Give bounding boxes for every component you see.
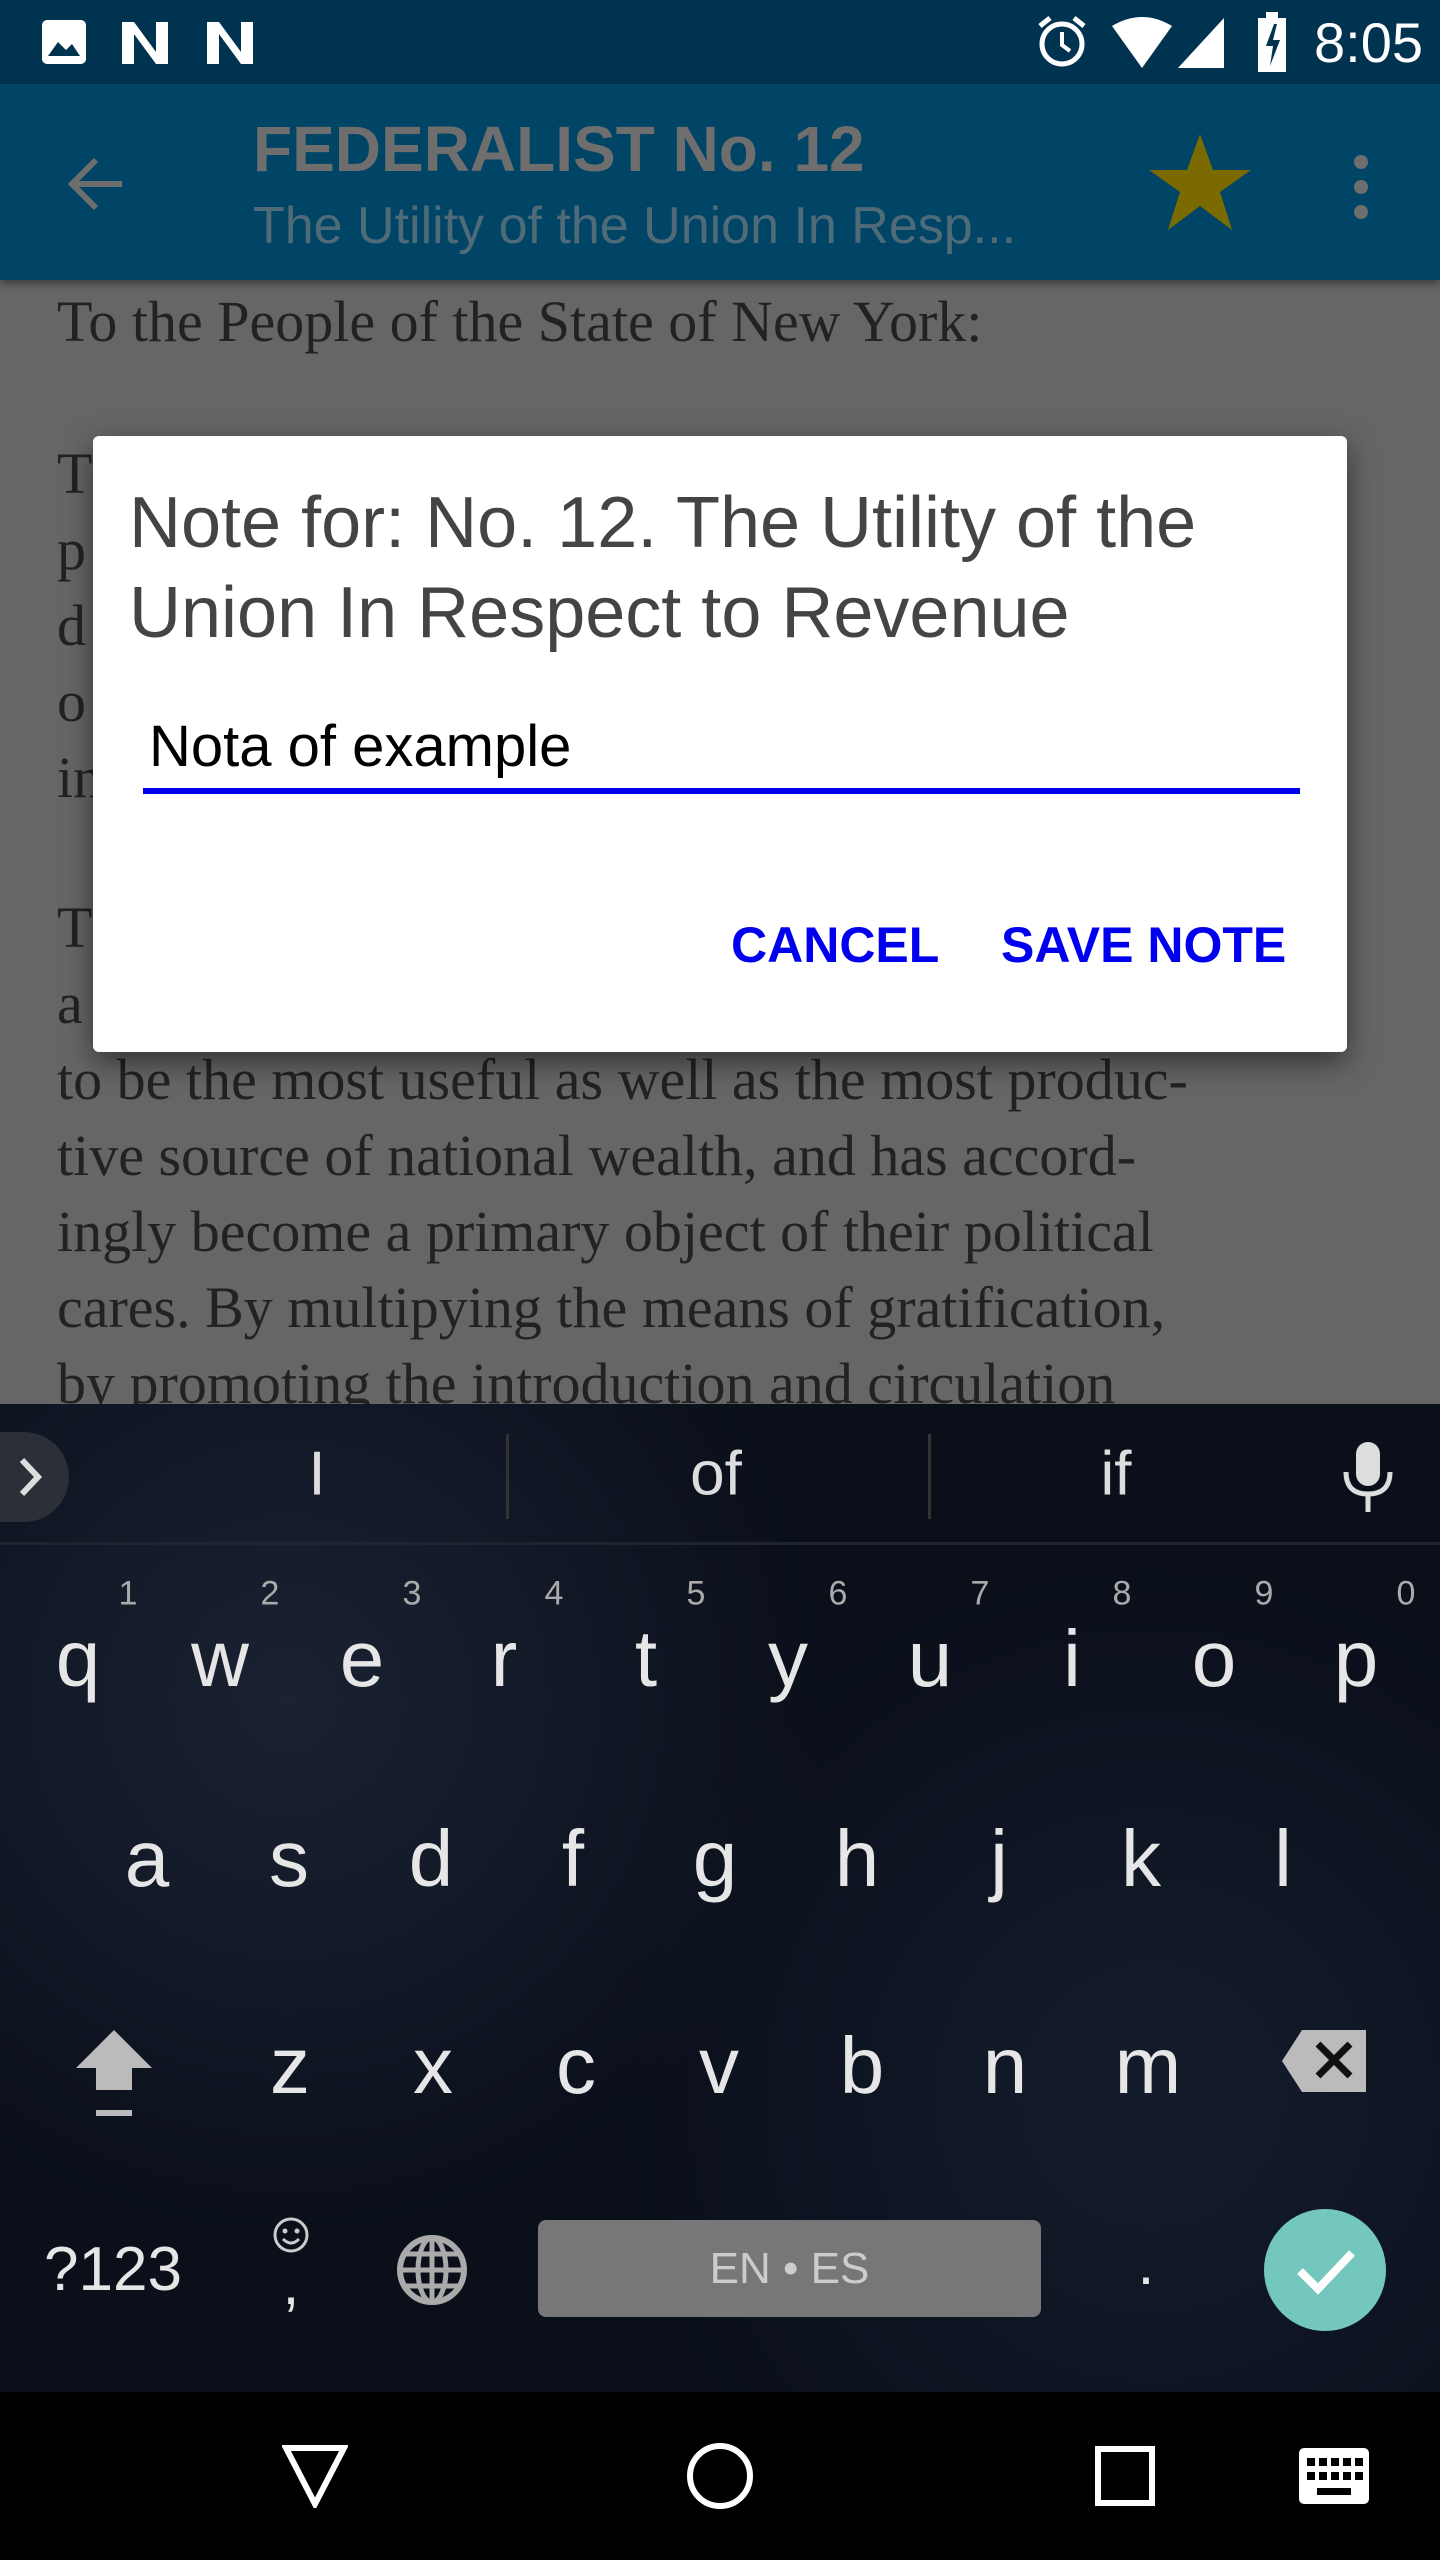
space-bar[interactable]: EN • ES [538,2220,1041,2317]
app-bar: FEDERALIST No. 12 The Utility of the Uni… [0,84,1440,280]
key-t[interactable]: t [635,1619,657,1699]
alarm-icon [1038,16,1086,67]
key-r[interactable]: r [491,1619,518,1699]
image-icon [42,20,86,64]
note-input[interactable] [143,704,1300,794]
emoji-icon[interactable] [272,2216,310,2254]
text-line: d [57,593,86,658]
text-line: p [57,517,86,582]
text-line: to be the most useful as well as the mos… [57,1047,1188,1112]
clock-time: 8:05 [1314,11,1423,74]
chevron-right-icon [19,1457,43,1497]
text-line: To the People of the State of New York: [57,289,983,354]
key-d[interactable]: d [409,1819,454,1899]
key-o[interactable]: o [1192,1619,1237,1699]
microphone-icon[interactable] [1340,1440,1396,1514]
wifi-icon [1112,17,1172,68]
key-v[interactable]: v [699,2026,739,2106]
n-icon [207,22,253,64]
key-u[interactable]: u [908,1619,953,1699]
cancel-button[interactable]: CANCEL [731,916,939,974]
key-x[interactable]: x [413,2026,453,2106]
check-icon [1297,2250,1355,2295]
text-line: T [57,441,93,506]
globe-icon[interactable] [396,2234,468,2306]
key-hint-number: 1 [118,1574,138,1613]
navigation-bar [0,2392,1440,2560]
recents-square-icon[interactable] [1095,2446,1155,2506]
text-line: T [57,895,93,960]
divider [928,1434,931,1519]
save-note-button[interactable]: SAVE NOTE [1001,916,1286,974]
key-w[interactable]: w [191,1619,249,1699]
key-l[interactable]: l [1274,1819,1292,1899]
divider [506,1434,509,1519]
shift-icon[interactable] [72,2026,156,2122]
signal-icon [1178,18,1224,68]
divider [0,1542,1440,1545]
key-n[interactable]: n [983,2026,1028,2106]
suggestion[interactable]: of [690,1439,742,1510]
more-vert-icon[interactable] [1346,152,1376,222]
key-hint-number: 2 [260,1574,280,1613]
text-line: tive source of national wealth, and has … [57,1123,1137,1188]
key-p[interactable]: p [1334,1619,1379,1699]
key-e[interactable]: e [340,1619,385,1699]
comma-key[interactable]: , [283,2254,300,2314]
key-hint-number: 8 [1112,1574,1132,1613]
key-z[interactable]: z [270,2026,310,2106]
keyboard: I of if q1 w2 e3 r4 t5 y6 u7 i8 o9 p0 a s d f g h j k l z x c… [0,1404,1440,2392]
key-b[interactable]: b [840,2026,885,2106]
symbols-key[interactable]: ?123 [44,2239,182,2301]
back-triangle-icon[interactable] [282,2444,348,2508]
period-key[interactable]: . [1138,2234,1155,2294]
key-j[interactable]: j [990,1819,1008,1899]
key-g[interactable]: g [693,1819,738,1899]
key-c[interactable]: c [556,2026,596,2106]
key-hint-number: 4 [544,1574,564,1613]
star-icon[interactable] [1148,130,1252,234]
key-f[interactable]: f [562,1819,584,1899]
text-line: a [57,971,83,1036]
dialog-title: Note for: No. 12. The Utility of the Uni… [129,483,1197,653]
suggestion[interactable]: I [308,1439,325,1510]
page-subtitle: The Utility of the Union In Resp... [253,197,1017,255]
n-icon [122,22,168,64]
enter-button[interactable] [1264,2209,1386,2331]
back-arrow-icon[interactable] [64,152,128,216]
key-q[interactable]: q [56,1619,101,1699]
key-k[interactable]: k [1121,1819,1161,1899]
home-circle-icon[interactable] [686,2442,754,2510]
key-m[interactable]: m [1115,2026,1182,2106]
key-s[interactable]: s [269,1819,309,1899]
key-a[interactable]: a [125,1819,170,1899]
key-i[interactable]: i [1063,1619,1081,1699]
page-title: FEDERALIST No. 12 [253,113,865,185]
text-line: by promoting the introduction and circul… [57,1351,1116,1404]
text-line: ingly become a primary object of their p… [57,1199,1154,1264]
text-line: o [57,669,86,734]
key-y[interactable]: y [768,1619,808,1699]
key-hint-number: 7 [970,1574,990,1613]
key-hint-number: 3 [402,1574,422,1613]
expand-suggestions-button[interactable] [0,1432,69,1522]
key-h[interactable]: h [835,1819,880,1899]
keyboard-icon[interactable] [1299,2448,1369,2504]
text-line: cares. By multipying the means of gratif… [57,1275,1166,1340]
suggestion[interactable]: if [1101,1439,1132,1510]
battery-charging-icon [1258,12,1286,72]
key-hint-number: 9 [1254,1574,1274,1613]
key-hint-number: 6 [828,1574,848,1613]
key-hint-number: 0 [1396,1574,1416,1613]
key-hint-number: 5 [686,1574,706,1613]
note-dialog: Note for: No. 12. The Utility of the Uni… [93,436,1347,1052]
status-bar: 8:05 [0,0,1440,84]
backspace-icon[interactable] [1280,2028,1370,2094]
